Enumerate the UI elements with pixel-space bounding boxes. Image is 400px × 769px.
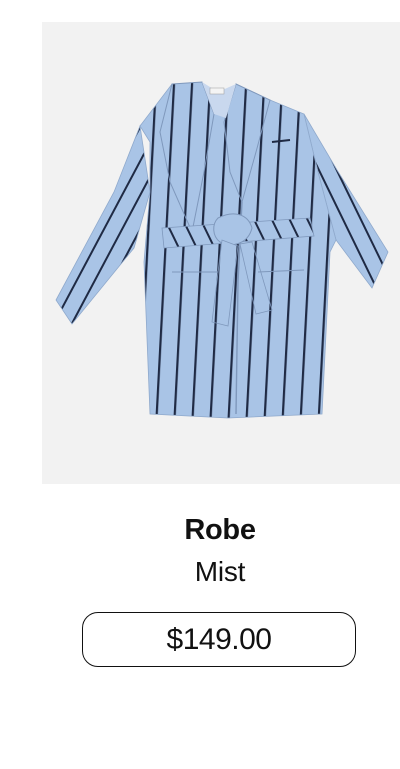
product-variant: Mist bbox=[194, 556, 246, 587]
price-label: $149.00 bbox=[166, 622, 272, 656]
product-image[interactable] bbox=[42, 22, 400, 484]
robe-image bbox=[55, 81, 389, 419]
product-card[interactable]: Robe Mist $149.00 bbox=[0, 0, 400, 769]
product-title[interactable]: Robe bbox=[0, 514, 400, 547]
price-button[interactable]: $149.00 bbox=[82, 612, 356, 667]
